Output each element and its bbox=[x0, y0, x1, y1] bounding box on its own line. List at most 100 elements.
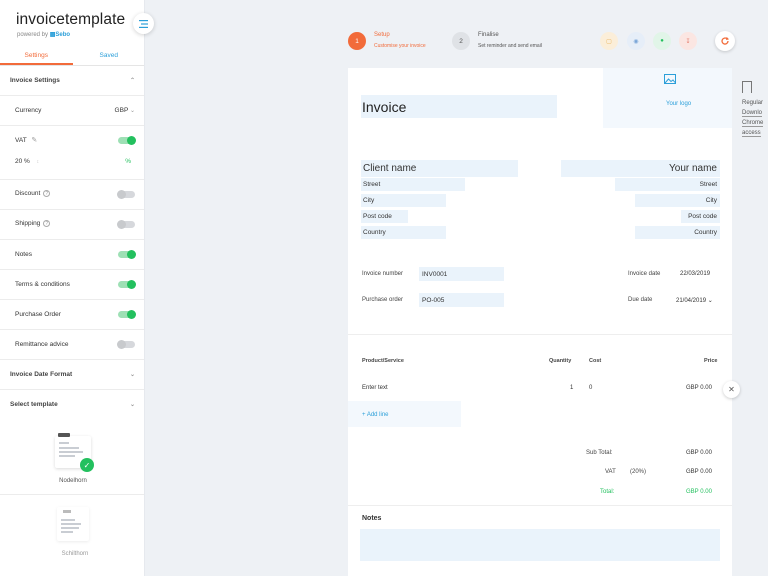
date-format-label: Invoice Date Format bbox=[10, 370, 73, 378]
vat-rate-input[interactable]: 20 % bbox=[15, 158, 30, 165]
vat-label: VAT bbox=[15, 137, 27, 144]
shipping-label: Shipping bbox=[15, 220, 41, 228]
vat-percent-toggle[interactable]: % bbox=[125, 158, 131, 165]
vat-label: VAT bbox=[605, 469, 616, 475]
select-template-header[interactable]: Select template ⌄ bbox=[0, 396, 144, 412]
vat-percent: (20%) bbox=[630, 469, 647, 475]
refresh-icon bbox=[721, 37, 730, 45]
chevron-down-icon: ⌄ bbox=[129, 107, 135, 114]
client-street-field[interactable]: Street bbox=[361, 178, 465, 191]
select-template-label: Select template bbox=[10, 400, 58, 408]
stepper-icon[interactable]: ↕ bbox=[37, 159, 40, 165]
invoice-settings-header[interactable]: Invoice Settings ⌃ bbox=[0, 72, 144, 88]
your-city-field[interactable]: City bbox=[635, 194, 720, 207]
step-title: Finalise bbox=[478, 32, 499, 38]
brand-logo[interactable]: invoicetemplate bbox=[16, 11, 125, 29]
side-note-line[interactable]: Chrome bbox=[742, 120, 764, 127]
purchase-order-label: Purchase Order bbox=[15, 310, 61, 318]
notes-label: Notes bbox=[15, 250, 32, 258]
notes-heading: Notes bbox=[362, 515, 382, 522]
logo-upload[interactable]: Your logo bbox=[603, 68, 732, 128]
line-price: GBP 0.00 bbox=[686, 385, 712, 391]
image-icon bbox=[664, 74, 676, 84]
close-icon: ✕ bbox=[728, 385, 735, 394]
print-icon-button[interactable]: ● bbox=[653, 32, 671, 50]
client-name-field[interactable]: Client name bbox=[361, 160, 518, 177]
template-thumbnail bbox=[57, 507, 89, 541]
chevron-down-icon: ⌄ bbox=[129, 371, 135, 378]
discount-label: Discount bbox=[15, 190, 41, 198]
column-header-cost: Cost bbox=[589, 358, 602, 364]
currency-row[interactable]: Currency GBP ⌄ bbox=[0, 102, 144, 118]
cost-field[interactable]: 0 bbox=[589, 385, 592, 391]
tab-saved[interactable]: Saved bbox=[73, 48, 145, 65]
notes-toggle[interactable] bbox=[118, 249, 136, 259]
invoice-settings-label: Invoice Settings bbox=[10, 76, 60, 84]
purchase-order-toggle[interactable] bbox=[118, 309, 136, 319]
quantity-field[interactable]: 1 bbox=[570, 385, 573, 391]
terms-toggle[interactable] bbox=[118, 279, 136, 289]
powered-by-prefix: powered by bbox=[17, 32, 49, 38]
save-icon: ▢ bbox=[606, 38, 612, 45]
help-icon[interactable]: ? bbox=[43, 190, 51, 198]
step-number: 1 bbox=[348, 32, 366, 50]
your-name-field[interactable]: Your name bbox=[561, 160, 720, 177]
template-name: Nodelhorn bbox=[59, 478, 87, 484]
discount-row: Discount? bbox=[0, 186, 144, 202]
client-postcode-field[interactable]: Post code bbox=[361, 210, 408, 223]
remittance-toggle[interactable] bbox=[117, 339, 135, 349]
remittance-row: Remittance advice bbox=[0, 336, 144, 352]
print-icon: ● bbox=[660, 38, 664, 44]
shipping-toggle[interactable] bbox=[117, 219, 135, 229]
column-header-price: Price bbox=[704, 358, 718, 364]
shipping-row: Shipping? bbox=[0, 216, 144, 232]
preview-icon-button[interactable]: ◉ bbox=[627, 32, 645, 50]
invoice-number-field[interactable]: INV0001 bbox=[419, 267, 504, 281]
your-postcode-field[interactable]: Post code bbox=[681, 210, 720, 223]
tab-settings[interactable]: Settings bbox=[0, 48, 73, 65]
discount-toggle[interactable] bbox=[117, 189, 135, 199]
your-street-field[interactable]: Street bbox=[615, 178, 720, 191]
chevron-up-icon: ⌃ bbox=[129, 77, 135, 84]
side-note-line[interactable]: Downlo bbox=[742, 110, 763, 117]
invoice-number-label: Invoice number bbox=[362, 271, 404, 277]
purchase-order-label: Purchase order bbox=[362, 297, 404, 303]
currency-select[interactable]: GBP ⌄ bbox=[115, 107, 135, 114]
product-field[interactable]: Enter text bbox=[362, 385, 388, 391]
client-city-field[interactable]: City bbox=[361, 194, 446, 207]
vat-row: VAT ✎ bbox=[0, 132, 144, 148]
reset-button[interactable] bbox=[715, 31, 735, 51]
side-note-line[interactable]: access bbox=[742, 130, 761, 137]
notes-row: Notes bbox=[0, 246, 144, 262]
remittance-label: Remittance advice bbox=[15, 340, 69, 348]
your-country-field[interactable]: Country bbox=[635, 226, 720, 239]
logo-label: Your logo bbox=[666, 101, 692, 107]
column-header-quantity: Quantity bbox=[549, 358, 572, 364]
help-icon[interactable]: ? bbox=[43, 220, 51, 228]
check-icon: ✓ bbox=[80, 458, 94, 472]
add-line-button[interactable]: + Add line bbox=[362, 412, 389, 418]
currency-label: Currency bbox=[15, 106, 42, 114]
vat-toggle[interactable] bbox=[118, 135, 136, 145]
date-format-header[interactable]: Invoice Date Format ⌄ bbox=[0, 366, 144, 382]
vat-rate-row: 20 % ↕ % bbox=[0, 153, 144, 169]
client-country-field[interactable]: Country bbox=[361, 226, 446, 239]
collapse-sidebar-button[interactable] bbox=[133, 13, 154, 34]
due-date-field[interactable]: 21/04/2019 ⌄ bbox=[676, 297, 713, 304]
remove-line-button[interactable]: ✕ bbox=[723, 381, 740, 398]
invoice-date-field[interactable]: 22/03/2019 bbox=[680, 271, 710, 277]
total-value: GBP 0.00 bbox=[686, 489, 712, 495]
subtotal-label: Sub Total: bbox=[586, 450, 613, 456]
pencil-icon[interactable]: ✎ bbox=[31, 137, 37, 144]
save-icon-button[interactable]: ▢ bbox=[600, 32, 618, 50]
vat-value: GBP 0.00 bbox=[686, 469, 712, 475]
step-number: 2 bbox=[452, 32, 470, 50]
notes-field[interactable] bbox=[360, 529, 720, 561]
pdf-icon-button[interactable]: ↧ bbox=[679, 32, 697, 50]
step-title: Setup bbox=[374, 32, 390, 38]
invoice-title-field[interactable]: Invoice bbox=[361, 95, 557, 118]
sidebar: invoicetemplate powered by ▩Sebo Setting… bbox=[0, 0, 145, 576]
step-subtitle: Customise your invoice bbox=[374, 43, 426, 49]
purchase-order-field[interactable]: PO-005 bbox=[419, 293, 504, 307]
column-header-product: Product/Service bbox=[362, 358, 404, 364]
